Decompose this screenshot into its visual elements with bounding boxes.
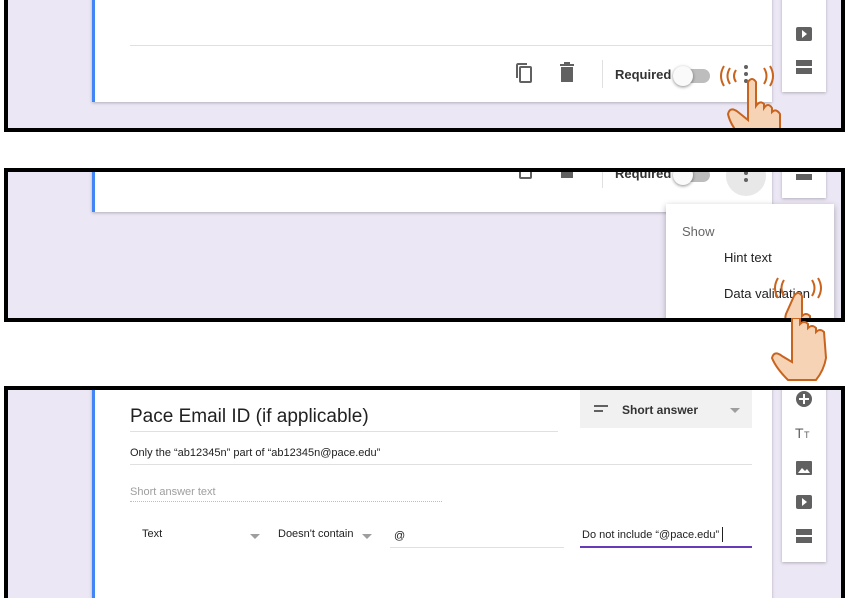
answer-placeholder: Short answer text <box>130 486 216 498</box>
short-text-icon <box>594 405 608 412</box>
dropdown-caret-icon <box>730 408 740 413</box>
question-type-label: Short answer <box>622 403 699 417</box>
panel-more-menu: Required Show Hint text Data validation <box>4 168 845 322</box>
description-underline <box>130 464 752 465</box>
delete-icon[interactable] <box>559 62 575 82</box>
toolbar-sidebar: T T <box>782 390 826 562</box>
validation-value-input[interactable]: @ <box>390 524 564 548</box>
required-toggle[interactable] <box>673 172 710 185</box>
title-icon[interactable]: T T <box>795 424 813 440</box>
video-icon[interactable] <box>795 26 813 42</box>
add-icon[interactable] <box>795 390 813 408</box>
svg-text:T: T <box>795 425 804 440</box>
required-label: Required <box>615 67 672 82</box>
menu-heading: Show <box>682 224 715 239</box>
dropdown-caret-icon <box>250 534 260 539</box>
dropdown-caret-icon <box>362 534 372 539</box>
pointing-hand-icon <box>720 65 781 128</box>
answer-underline <box>130 501 442 502</box>
required-label: Required <box>615 168 672 181</box>
toolbar-sidebar <box>782 172 826 198</box>
video-icon[interactable] <box>795 494 813 510</box>
question-description[interactable]: Only the “ab12345n” part of “ab12345n@pa… <box>130 447 380 459</box>
validation-condition-value: Doesn't contain <box>278 528 354 540</box>
question-type-dropdown[interactable]: Short answer <box>580 390 752 428</box>
validation-value-text: @ <box>394 530 406 542</box>
menu-item-hint-text[interactable]: Hint text <box>724 250 772 265</box>
pointing-hand-icon <box>770 318 828 381</box>
question-card-editing: Pace Email ID (if applicable) Short answ… <box>92 390 772 598</box>
image-icon[interactable] <box>795 460 813 476</box>
section-icon[interactable] <box>795 174 813 180</box>
more-button-highlight[interactable] <box>726 168 766 196</box>
card-accent-bar <box>92 0 95 102</box>
panel-card-footer: Required <box>4 0 845 132</box>
question-card: Required <box>92 0 772 102</box>
delete-icon[interactable] <box>559 168 575 178</box>
validation-condition-select[interactable]: Doesn't contain <box>274 524 376 546</box>
validation-type-value: Text <box>142 528 163 540</box>
more-vert-icon[interactable] <box>742 168 750 182</box>
validation-type-select[interactable]: Text <box>130 524 262 546</box>
title-underline <box>130 431 558 432</box>
custom-error-text: Do not include “@pace.edu” <box>582 529 720 541</box>
card-accent-bar <box>92 172 95 212</box>
pointing-hand-icon <box>774 277 822 318</box>
question-title[interactable]: Pace Email ID (if applicable) <box>130 406 369 428</box>
custom-error-input[interactable]: Do not include “@pace.edu” <box>580 524 752 548</box>
card-accent-bar <box>92 390 95 598</box>
panel-data-validation: Pace Email ID (if applicable) Short answ… <box>4 386 845 598</box>
copy-icon[interactable] <box>515 62 533 84</box>
card-divider <box>130 45 772 46</box>
footer-divider <box>602 172 603 188</box>
required-toggle[interactable] <box>673 66 710 86</box>
svg-text:T: T <box>804 430 810 440</box>
section-icon[interactable] <box>795 528 813 544</box>
footer-divider <box>602 60 603 88</box>
copy-icon[interactable] <box>515 168 533 180</box>
text-cursor <box>722 527 723 542</box>
